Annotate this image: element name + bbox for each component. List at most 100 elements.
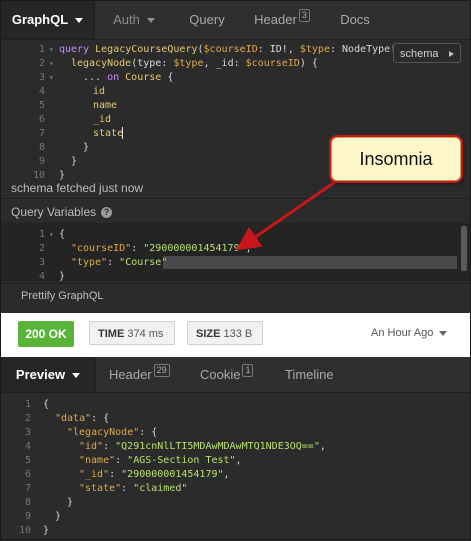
tab-header[interactable]: Header 3 bbox=[240, 1, 324, 39]
request-tab-bar: GraphQL Auth Query Header 3 Docs bbox=[1, 1, 470, 40]
code-line: "type": "Course" bbox=[71, 257, 168, 268]
fold-icon[interactable]: ▾ bbox=[49, 45, 54, 54]
code-line: { bbox=[59, 229, 66, 240]
line-number: 2 bbox=[38, 243, 45, 254]
tab-query-label: Query bbox=[189, 12, 225, 27]
code-line: } bbox=[43, 525, 50, 536]
code-line: { bbox=[43, 399, 50, 410]
tab-preview[interactable]: Preview bbox=[1, 357, 96, 392]
line-number: 1 bbox=[24, 399, 31, 410]
schema-button-label: schema bbox=[400, 48, 439, 60]
code-line: "courseID": "290000001454179", bbox=[71, 243, 252, 254]
prettify-graphql-button[interactable]: Prettify GraphQL bbox=[21, 290, 104, 302]
code-line: "_id": "290000001454179", bbox=[79, 469, 230, 480]
header-count-badge: 3 bbox=[298, 9, 310, 22]
code-line: } bbox=[59, 170, 66, 181]
line-number: 7 bbox=[24, 483, 31, 494]
tab-response-header-label: Header bbox=[109, 367, 152, 382]
tab-docs-label: Docs bbox=[340, 12, 370, 27]
time-metric: TIME 374 ms bbox=[89, 321, 175, 345]
size-label: SIZE bbox=[196, 328, 221, 340]
code-line: } bbox=[55, 511, 62, 522]
size-metric: SIZE 133 B bbox=[187, 321, 263, 345]
code-line: } bbox=[83, 142, 90, 153]
line-number: 8 bbox=[24, 497, 31, 508]
tab-header-label: Header bbox=[254, 12, 297, 27]
tab-graphql-label: GraphQL bbox=[11, 12, 69, 27]
status-badge: 200 OK bbox=[18, 321, 74, 347]
vertical-scrollbar[interactable] bbox=[461, 226, 467, 271]
chevron-down-icon bbox=[75, 18, 84, 24]
code-line: "state": "claimed" bbox=[79, 483, 188, 494]
cookie-count-badge: 1 bbox=[242, 364, 254, 377]
line-number: 9 bbox=[24, 511, 31, 522]
tab-graphql[interactable]: GraphQL bbox=[1, 1, 95, 39]
line-number: 9 bbox=[38, 156, 45, 167]
tab-timeline-label: Timeline bbox=[285, 367, 334, 382]
code-line: } bbox=[59, 271, 66, 282]
code-line: } bbox=[71, 156, 78, 167]
code-line: legacyNode(type: $type, _id: $courseID) … bbox=[71, 58, 318, 69]
chevron-down-icon bbox=[72, 373, 81, 379]
header-count-badge: 29 bbox=[153, 364, 170, 377]
schema-status: schema fetched just now bbox=[11, 181, 144, 195]
line-number: 7 bbox=[38, 128, 45, 139]
code-line: id bbox=[93, 86, 106, 97]
code-line: "legacyNode": { bbox=[67, 427, 158, 438]
fold-icon[interactable]: ▾ bbox=[49, 73, 54, 82]
code-line: "data": { bbox=[55, 413, 110, 424]
schema-button[interactable]: schema bbox=[393, 43, 461, 63]
caret-right-icon bbox=[449, 51, 454, 57]
line-number: 3 bbox=[24, 427, 31, 438]
tab-preview-label: Preview bbox=[15, 367, 66, 382]
line-number: 10 bbox=[18, 525, 31, 536]
chevron-down-icon bbox=[439, 330, 448, 336]
line-number: 5 bbox=[38, 100, 45, 111]
line-number: 4 bbox=[24, 441, 31, 452]
code-line: state bbox=[93, 128, 124, 139]
tab-response-header[interactable]: Header 29 bbox=[109, 357, 170, 392]
line-number: 1 bbox=[38, 44, 45, 55]
tab-query[interactable]: Query bbox=[174, 1, 240, 39]
code-line: ... on Course { bbox=[83, 72, 174, 83]
code-line: "name": "AGS-Section Test", bbox=[79, 455, 242, 466]
help-icon[interactable]: ? bbox=[101, 207, 113, 218]
code-line: "id": "Q291cnNlLTI5MDAwMDAwMTQ1NDE3OQ=="… bbox=[79, 441, 326, 452]
line-number: 6 bbox=[24, 469, 31, 480]
line-number: 1 bbox=[38, 229, 45, 240]
chevron-down-icon bbox=[146, 18, 155, 24]
code-line: } bbox=[67, 497, 74, 508]
line-number: 6 bbox=[38, 114, 45, 125]
line-number: 4 bbox=[38, 271, 45, 282]
time-label: TIME bbox=[98, 328, 125, 340]
code-line: query LegacyCourseQuery($courseID: ID!, … bbox=[59, 44, 415, 55]
selection-highlight bbox=[163, 256, 457, 269]
line-number: 5 bbox=[24, 455, 31, 466]
tab-auth[interactable]: Auth bbox=[94, 1, 174, 39]
size-value: 133 B bbox=[223, 328, 253, 340]
fold-icon[interactable]: ▾ bbox=[49, 59, 54, 68]
code-line: name bbox=[93, 100, 118, 111]
tab-cookie-label: Cookie bbox=[200, 367, 241, 382]
line-number: 10 bbox=[32, 170, 45, 181]
tab-docs[interactable]: Docs bbox=[324, 1, 386, 39]
response-history-dropdown[interactable]: An Hour Ago bbox=[371, 327, 448, 339]
response-tab-bar: Preview Header 29 Cookie 1 Timeline bbox=[1, 357, 470, 393]
time-value: 374 ms bbox=[127, 328, 164, 340]
line-number: 3 bbox=[38, 72, 45, 83]
line-number: 4 bbox=[38, 86, 45, 97]
fold-icon[interactable]: ▾ bbox=[49, 230, 54, 239]
line-number: 2 bbox=[38, 58, 45, 69]
tab-timeline[interactable]: Timeline bbox=[285, 357, 334, 392]
insomnia-window: GraphQL Auth Query Header 3 Docs 1 2 3 4 … bbox=[0, 0, 471, 540]
tab-auth-label: Auth bbox=[113, 12, 140, 27]
code-line: _id bbox=[93, 114, 112, 125]
divider bbox=[1, 198, 470, 199]
text-cursor bbox=[122, 127, 123, 139]
line-number: 2 bbox=[24, 413, 31, 424]
line-number: 3 bbox=[38, 257, 45, 268]
line-number: 8 bbox=[38, 142, 45, 153]
query-variables-label: Query Variables? bbox=[11, 205, 113, 219]
response-time-ago: An Hour Ago bbox=[371, 327, 434, 339]
tab-cookie[interactable]: Cookie 1 bbox=[200, 357, 254, 392]
